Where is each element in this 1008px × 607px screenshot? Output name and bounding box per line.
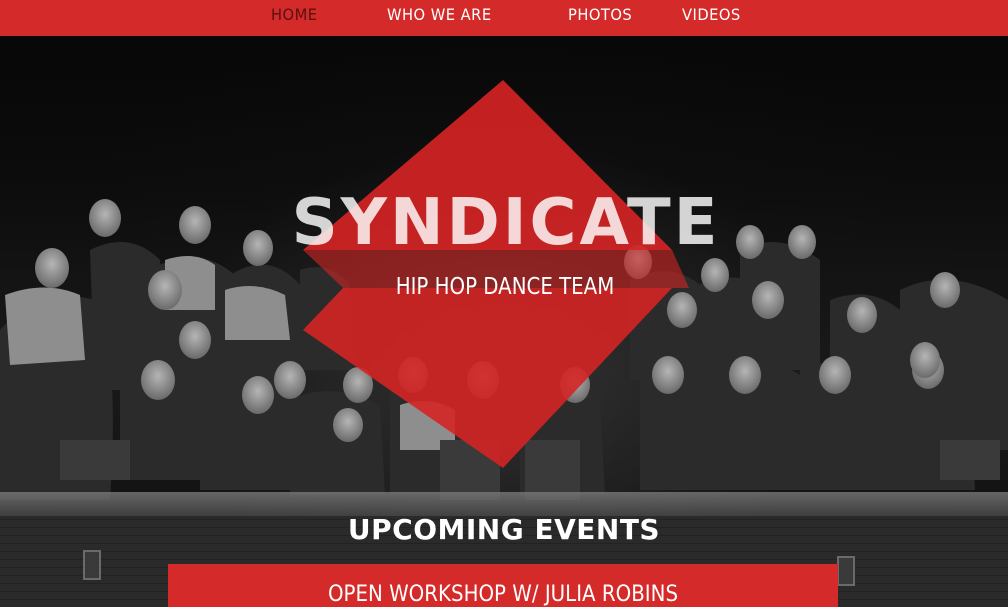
brand-subtitle: HIP HOP DANCE TEAM xyxy=(395,274,615,300)
wall-outlet xyxy=(83,550,101,580)
nav-item-photos[interactable]: PHOTOS xyxy=(568,5,632,24)
events-heading: UPCOMING EVENTS xyxy=(347,513,661,546)
event-card[interactable]: OPEN WORKSHOP W/ JULIA ROBINS xyxy=(168,564,838,607)
nav-item-who-we-are[interactable]: WHO WE ARE xyxy=(387,5,492,24)
brand-title: SYNDICATE xyxy=(291,186,721,260)
wall-outlet xyxy=(837,556,855,586)
top-navigation: HOME WHO WE ARE PHOTOS VIDEOS xyxy=(0,0,1008,36)
nav-item-videos[interactable]: VIDEOS xyxy=(682,5,741,24)
nav-item-home[interactable]: HOME xyxy=(271,5,318,24)
event-title: OPEN WORKSHOP W/ JULIA ROBINS xyxy=(327,582,679,607)
page: SYNDICATE HIP HOP DANCE TEAM HOME WHO WE… xyxy=(0,0,1008,607)
